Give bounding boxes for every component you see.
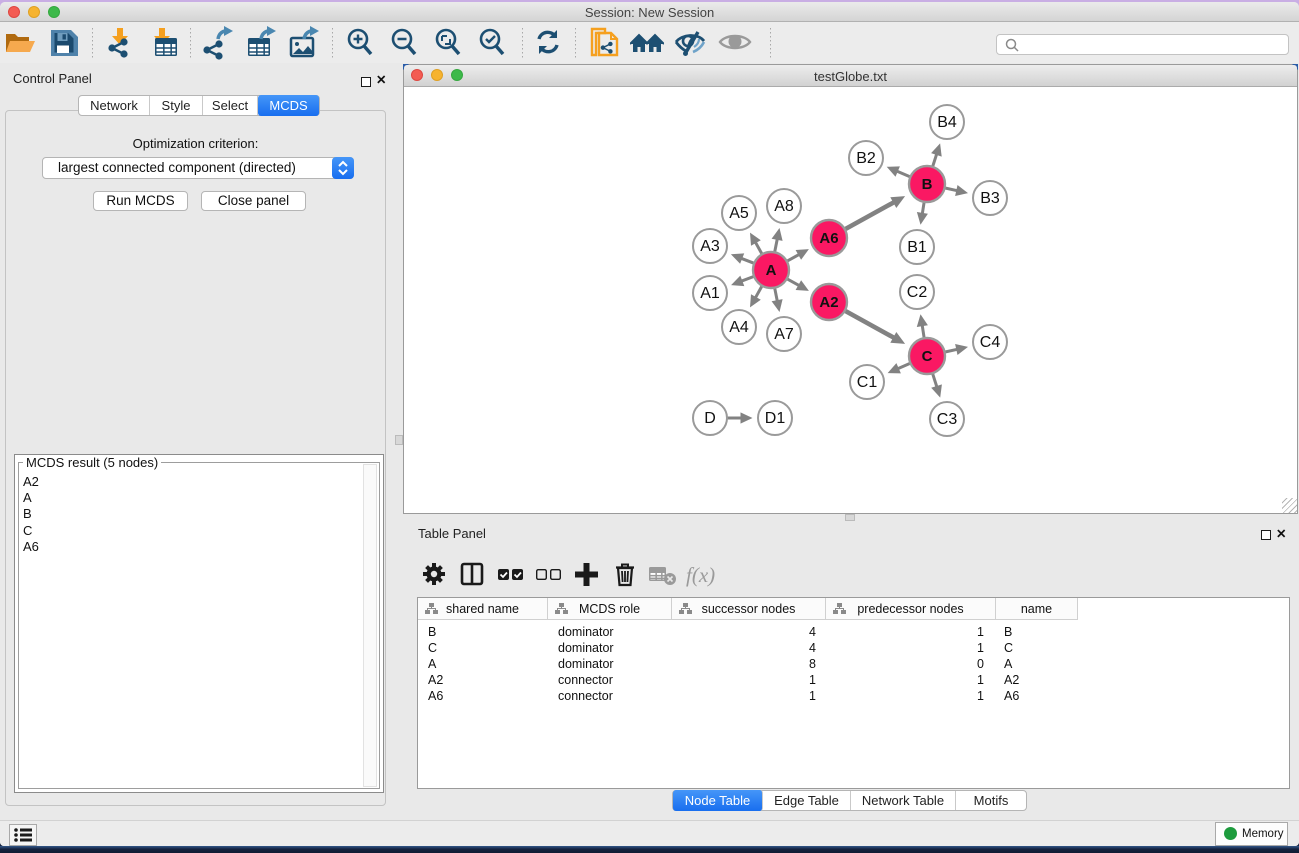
- svg-text:A6: A6: [819, 230, 838, 247]
- svg-text:A: A: [766, 262, 777, 279]
- svg-text:A2: A2: [819, 294, 838, 311]
- svg-text:B4: B4: [937, 114, 957, 131]
- svg-text:B3: B3: [980, 190, 1000, 207]
- svg-text:A8: A8: [774, 198, 794, 215]
- svg-text:A1: A1: [700, 285, 720, 302]
- svg-text:B2: B2: [856, 150, 876, 167]
- svg-text:C1: C1: [857, 374, 878, 391]
- svg-text:A3: A3: [700, 238, 720, 255]
- svg-text:A5: A5: [729, 205, 749, 222]
- svg-text:C4: C4: [980, 334, 1001, 351]
- svg-text:C: C: [922, 348, 933, 365]
- svg-text:A4: A4: [729, 319, 749, 336]
- svg-text:D: D: [704, 410, 716, 427]
- svg-text:C2: C2: [907, 284, 928, 301]
- svg-text:D1: D1: [765, 410, 786, 427]
- svg-text:A7: A7: [774, 326, 794, 343]
- svg-text:C3: C3: [937, 411, 958, 428]
- svg-text:B1: B1: [907, 239, 927, 256]
- svg-text:B: B: [922, 176, 933, 193]
